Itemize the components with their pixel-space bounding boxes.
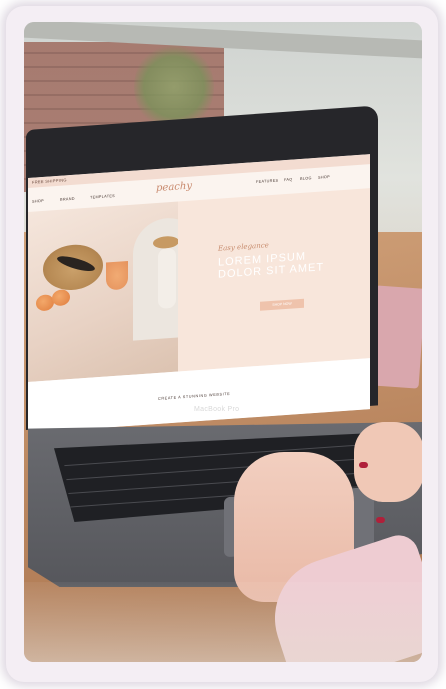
- foreground-blur: [24, 582, 422, 662]
- photo: free shipping shop brand templates featu…: [24, 22, 422, 662]
- topbar-text: free shipping: [32, 177, 67, 185]
- nav-item-faq[interactable]: faq: [284, 178, 293, 183]
- macbook-label: MacBook Pro: [194, 406, 240, 413]
- nav-item-shop-right[interactable]: shop: [318, 175, 330, 180]
- laptop-screen: free shipping shop brand templates featu…: [28, 154, 370, 434]
- woman-figure: [158, 247, 176, 309]
- nav-item-brand[interactable]: brand: [60, 197, 75, 202]
- nav-item-shop[interactable]: shop: [32, 199, 44, 204]
- nav-item-templates[interactable]: templates: [90, 194, 115, 200]
- nav-item-blog[interactable]: blog: [300, 176, 312, 181]
- nav-item-features[interactable]: features: [256, 178, 278, 184]
- wine-glass: [106, 261, 128, 291]
- hero-panel: [178, 188, 370, 372]
- fingernail: [376, 517, 385, 523]
- fingernail: [359, 462, 368, 468]
